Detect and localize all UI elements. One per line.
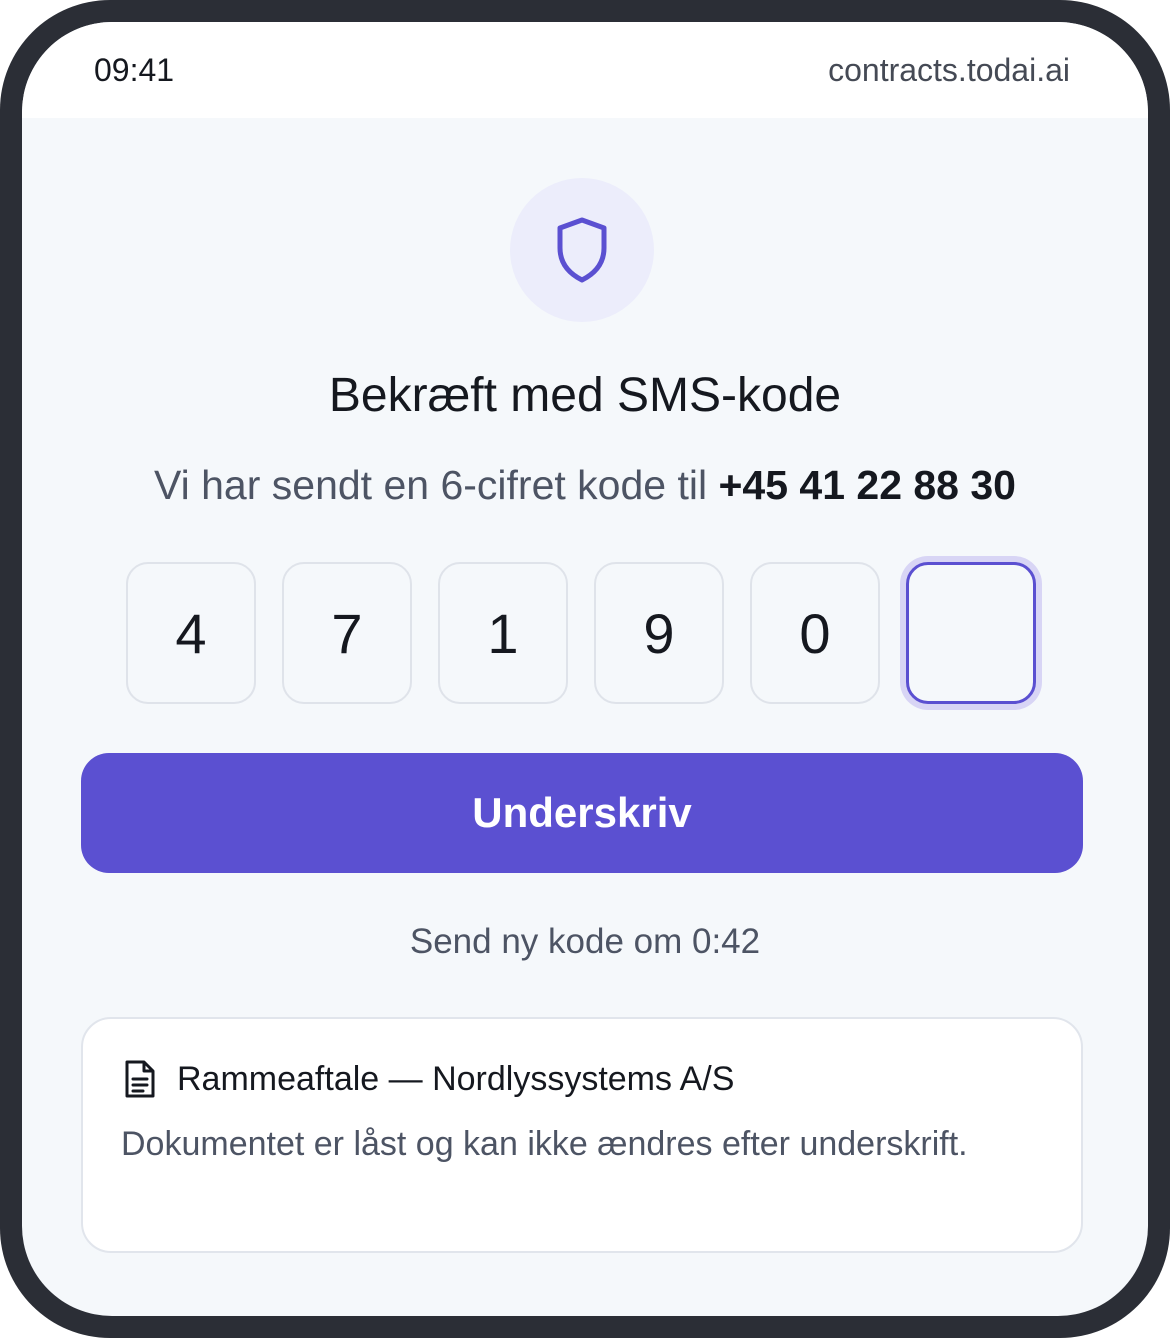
document-description: Dokumentet er låst og kan ikke ændres ef…	[121, 1125, 968, 1163]
document-card: Rammeaftale — Nordlyssystems A/S Dokumen…	[81, 1017, 1083, 1253]
status-time: 09:41	[94, 52, 175, 88]
page-title: Bekræft med SMS-kode	[328, 369, 842, 422]
document-header: Rammeaftale — Nordlyssystems A/S	[123, 1059, 734, 1099]
document-title: Rammeaftale — Nordlyssystems A/S	[177, 1059, 735, 1098]
shield-icon	[557, 217, 607, 283]
otp-code-row: 4 7 1 9 0	[126, 562, 1036, 704]
device-frame: 09:41 contracts.todai.ai Bekræft med SMS…	[0, 0, 1170, 1338]
otp-digit-6[interactable]	[906, 562, 1036, 704]
document-icon	[125, 1060, 155, 1098]
status-bar: 09:41 contracts.todai.ai	[22, 22, 1148, 118]
screen: 09:41 contracts.todai.ai Bekræft med SMS…	[22, 22, 1148, 1316]
otp-digit-1[interactable]: 4	[126, 562, 256, 704]
otp-digit-4[interactable]: 9	[594, 562, 724, 704]
otp-digit-3[interactable]: 1	[438, 562, 568, 704]
shield-badge	[510, 178, 654, 322]
otp-digit-2[interactable]: 7	[282, 562, 412, 704]
phone-number: +45 41 22 88 30	[718, 462, 1016, 508]
otp-digit-5[interactable]: 0	[750, 562, 880, 704]
sign-button[interactable]: Underskriv	[81, 753, 1083, 873]
sms-info-text: Vi har sendt en 6-cifret kode til +45 41…	[22, 462, 1148, 509]
url-label: contracts.todai.ai	[828, 52, 1070, 88]
resend-countdown: Send ny kode om 0:42	[409, 922, 761, 961]
sms-info-prefix: Vi har sendt en 6-cifret kode til	[154, 462, 719, 508]
